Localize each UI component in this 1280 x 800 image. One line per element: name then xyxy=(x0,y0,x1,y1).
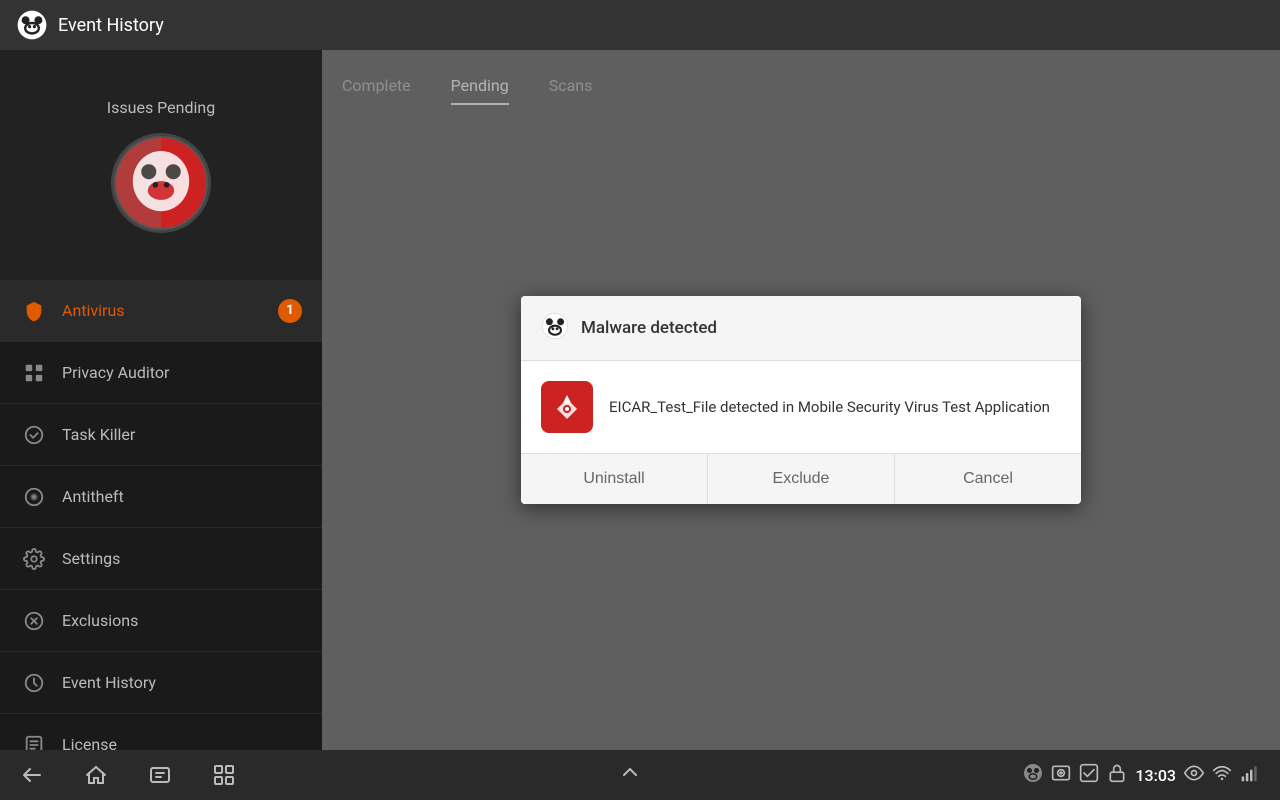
dialog-header: Malware detected xyxy=(521,296,1081,361)
sidebar-label-antitheft: Antitheft xyxy=(62,487,302,506)
sidebar-label-event-history: Event History xyxy=(62,673,302,692)
status-lock-icon xyxy=(1107,763,1127,787)
sidebar-item-task-killer[interactable]: Task Killer xyxy=(0,404,322,466)
exclude-button[interactable]: Exclude xyxy=(708,454,895,504)
uninstall-button[interactable]: Uninstall xyxy=(521,454,708,504)
task-icon xyxy=(20,421,48,449)
up-chevron[interactable] xyxy=(618,760,642,790)
antitheft-icon xyxy=(20,483,48,511)
dialog-body: EICAR_Test_File detected in Mobile Secur… xyxy=(521,361,1081,453)
shield-icon xyxy=(20,297,48,325)
app-logo xyxy=(16,9,48,41)
status-signal-icon xyxy=(1240,763,1260,787)
sidebar-item-exclusions[interactable]: Exclusions xyxy=(0,590,322,652)
sidebar-item-event-history[interactable]: Event History xyxy=(0,652,322,714)
cancel-button[interactable]: Cancel xyxy=(895,454,1081,504)
sidebar-item-license[interactable]: License xyxy=(0,714,322,750)
recents-button[interactable] xyxy=(148,763,172,787)
sidebar-item-antivirus[interactable]: Antivirus 1 xyxy=(0,280,322,342)
sidebar-label-settings: Settings xyxy=(62,549,302,568)
settings-icon xyxy=(20,545,48,573)
top-bar: Event History xyxy=(0,0,1280,50)
sidebar: Issues Pending xyxy=(0,50,322,750)
sidebar-label-exclusions: Exclusions xyxy=(62,611,302,630)
panda-status-circle xyxy=(111,133,211,233)
status-wifi-icon xyxy=(1212,763,1232,787)
exclusions-icon xyxy=(20,607,48,635)
sidebar-label-antivirus: Antivirus xyxy=(62,301,278,320)
menu-button[interactable] xyxy=(212,763,236,787)
status-panda-icon xyxy=(1023,763,1043,787)
dialog-message: EICAR_Test_File detected in Mobile Secur… xyxy=(609,397,1050,418)
clock-display: 13:03 xyxy=(1135,766,1176,785)
dialog-buttons: Uninstall Exclude Cancel xyxy=(521,453,1081,504)
license-icon xyxy=(20,731,48,751)
main-layout: Issues Pending xyxy=(0,50,1280,750)
issues-section: Issues Pending xyxy=(0,50,322,280)
sidebar-label-task-killer: Task Killer xyxy=(62,425,302,444)
content-area: Complete Pending Scans xyxy=(322,50,1280,750)
status-check-icon xyxy=(1079,763,1099,787)
sidebar-item-privacy-auditor[interactable]: Privacy Auditor xyxy=(0,342,322,404)
malware-dialog: Malware detected EICAR_Test_File detecte… xyxy=(521,296,1081,504)
back-button[interactable] xyxy=(20,763,44,787)
sidebar-label-privacy-auditor: Privacy Auditor xyxy=(62,363,302,382)
status-eye-icon xyxy=(1184,763,1204,787)
dialog-overlay: Malware detected EICAR_Test_File detecte… xyxy=(322,50,1280,750)
issues-label: Issues Pending xyxy=(107,98,215,117)
sidebar-navigation: Antivirus 1 Privacy Auditor xyxy=(0,280,322,750)
antivirus-badge: 1 xyxy=(278,299,302,323)
sidebar-label-license: License xyxy=(62,735,302,750)
history-icon xyxy=(20,669,48,697)
status-bar-right: 13:03 xyxy=(1023,763,1260,787)
app-title: Event History xyxy=(58,15,164,36)
bottom-nav-left xyxy=(20,763,236,787)
grid-icon xyxy=(20,359,48,387)
bottom-bar: 13:03 xyxy=(0,750,1280,800)
home-button[interactable] xyxy=(84,763,108,787)
dialog-panda-icon xyxy=(541,312,569,344)
dialog-title: Malware detected xyxy=(581,318,717,338)
sidebar-item-settings[interactable]: Settings xyxy=(0,528,322,590)
malware-app-icon xyxy=(541,381,593,433)
status-photo-icon xyxy=(1051,763,1071,787)
sidebar-item-antitheft[interactable]: Antitheft xyxy=(0,466,322,528)
